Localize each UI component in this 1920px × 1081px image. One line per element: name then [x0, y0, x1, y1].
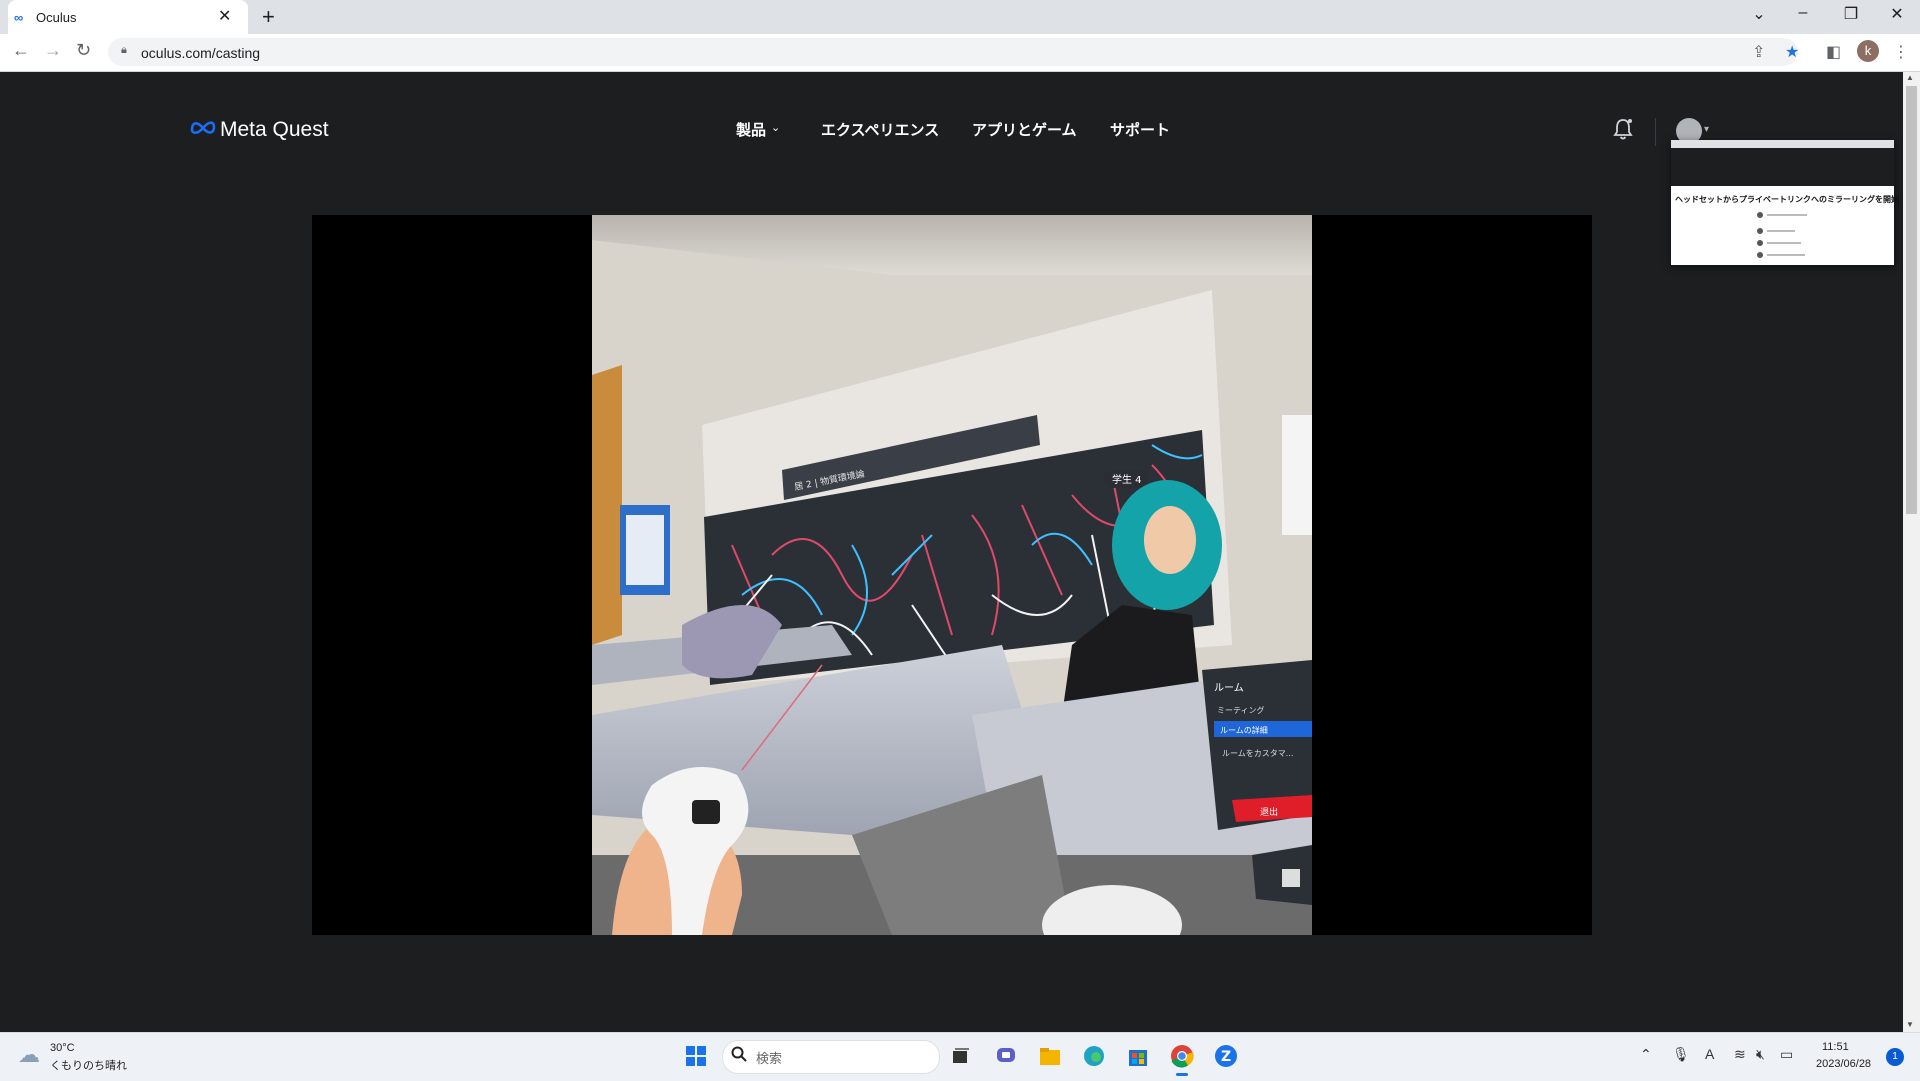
nav-products[interactable]: 製品	[736, 119, 766, 140]
task-view-icon[interactable]	[946, 1042, 974, 1070]
chevron-down-icon: ⌄	[771, 122, 781, 134]
notification-badge[interactable]: 1	[1886, 1048, 1904, 1066]
scroll-up-arrow-icon[interactable]: ▲	[1906, 73, 1914, 82]
vr-cast-view: 居 2 | 物質環境論 学生 4 ルーム ミーティング ルームの詳細 ルームをカ…	[592, 215, 1312, 935]
scrollbar-thumb[interactable]	[1906, 86, 1917, 514]
name-tag: 学生 4	[1112, 473, 1142, 486]
svg-text:Z: Z	[1221, 1049, 1231, 1065]
vr-menu-header: ルーム	[1214, 682, 1244, 694]
site-logo-text[interactable]: Meta Quest	[220, 118, 329, 142]
teams-chat-icon[interactable]	[992, 1042, 1020, 1070]
microphone-icon[interactable]: 🎙︎	[1672, 1046, 1690, 1063]
new-tab-button[interactable]: +	[262, 4, 275, 30]
search-placeholder[interactable]: 検索	[756, 1048, 782, 1067]
file-explorer-icon[interactable]	[1036, 1042, 1064, 1070]
thumb-site-header	[1671, 148, 1894, 186]
bookmark-star-icon[interactable]: ★	[1785, 42, 1799, 62]
nav-apps-games[interactable]: アプリとゲーム	[972, 119, 1077, 140]
back-icon[interactable]: ←	[12, 40, 30, 61]
forward-icon[interactable]: →	[44, 40, 62, 61]
scroll-down-arrow-icon[interactable]: ▼	[1906, 1020, 1914, 1029]
meta-logo-icon[interactable]	[190, 118, 216, 136]
thumb-step-icon	[1757, 228, 1763, 234]
chrome-menu-icon[interactable]: ⋮	[1893, 42, 1909, 62]
wood-panel	[592, 365, 622, 645]
nav-support[interactable]: サポート	[1110, 119, 1170, 140]
share-icon[interactable]: ⇪	[1752, 42, 1765, 62]
vr-menu-item: ルームの詳細	[1220, 725, 1268, 735]
windows-start-icon[interactable]	[682, 1042, 710, 1070]
weather-temperature[interactable]: 30°C	[50, 1042, 75, 1054]
active-app-indicator	[1176, 1073, 1188, 1076]
tab-title: Oculus	[36, 10, 77, 25]
close-tab-icon[interactable]: ✕	[218, 6, 231, 26]
nav-experiences[interactable]: エクスペリエンス	[821, 119, 939, 140]
header-divider	[1655, 118, 1656, 146]
taskbar-search-box[interactable]	[722, 1040, 940, 1074]
thumb-step-icon	[1757, 212, 1763, 218]
chrome-browser-icon[interactable]	[1168, 1042, 1196, 1070]
vr-menu-item: ミーティング	[1217, 705, 1265, 715]
tab-strip	[0, 0, 1920, 34]
thumb-step-icon	[1757, 240, 1763, 246]
show-hidden-icons-chevron-icon[interactable]: ⌃	[1640, 1046, 1652, 1063]
thumb-title: ヘッドセットからプライベートリンクへのミラーリングを開始	[1675, 195, 1899, 204]
microsoft-store-icon[interactable]	[1124, 1042, 1152, 1070]
side-poster	[1282, 415, 1312, 535]
close-window-button[interactable]: ✕	[1882, 4, 1912, 24]
weather-description[interactable]: くもりのち晴れ	[50, 1057, 127, 1073]
thumb-step-icon	[1757, 252, 1763, 258]
thumb-step-text	[1767, 230, 1795, 232]
edge-browser-icon[interactable]	[1080, 1042, 1108, 1070]
thumb-step-text	[1767, 214, 1807, 216]
search-icon	[731, 1046, 747, 1062]
side-panel-icon[interactable]: ◧	[1826, 42, 1841, 62]
reload-icon[interactable]: ↻	[76, 40, 91, 61]
clock-date[interactable]: 2023/06/28	[1816, 1058, 1871, 1070]
ime-mode-icon[interactable]: A	[1705, 1046, 1714, 1062]
thumb-step-text	[1767, 254, 1805, 256]
vr-tool-icon	[1282, 869, 1300, 887]
lock-icon[interactable]: 🔒︎	[121, 44, 127, 57]
tab-preview-thumbnail[interactable]: ヘッドセットからプライベートリンクへのミラーリングを開始	[1671, 140, 1899, 265]
url-text[interactable]: oculus.com/casting	[141, 45, 260, 61]
thumb-step-text	[1767, 242, 1801, 244]
address-bar[interactable]	[108, 38, 1798, 66]
cloudy-weather-icon[interactable]: ☁	[18, 1042, 40, 1068]
controller-buttons	[692, 800, 720, 824]
restore-button[interactable]: ❐	[1836, 4, 1866, 24]
avatar-face	[1144, 506, 1196, 574]
clock-time[interactable]: 11:51	[1822, 1041, 1849, 1053]
zoom-app-icon[interactable]: Z	[1212, 1042, 1240, 1070]
speaker-muted-icon[interactable]: 🔇︎	[1756, 1046, 1765, 1063]
profile-avatar[interactable]: k	[1857, 40, 1879, 62]
bell-icon[interactable]	[1612, 117, 1634, 141]
tab-search-icon[interactable]: ⌄	[1744, 4, 1774, 24]
wall-art-inner	[626, 515, 664, 585]
wifi-icon[interactable]: ≋	[1734, 1046, 1746, 1063]
vr-leave-label: 退出	[1260, 806, 1278, 818]
vr-menu-item: ルームをカスタマ...	[1222, 749, 1293, 758]
chevron-down-icon[interactable]: ▾	[1704, 124, 1709, 135]
minimize-button[interactable]: –	[1788, 4, 1818, 22]
thumb-tabstrip	[1671, 140, 1894, 148]
meta-favicon-icon: ∞	[14, 10, 24, 25]
battery-icon[interactable]: ▭	[1780, 1046, 1793, 1063]
